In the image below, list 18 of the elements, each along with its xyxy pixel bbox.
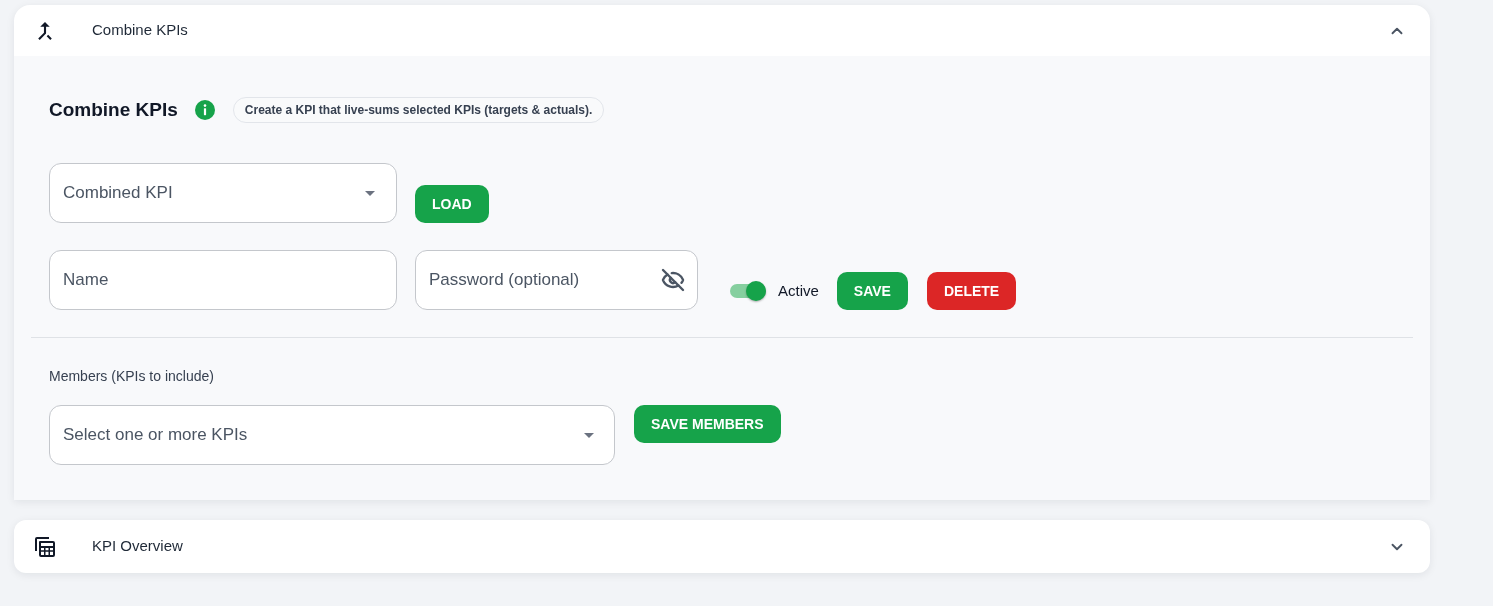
password-field[interactable]: Password (optional) — [415, 250, 698, 310]
active-toggle[interactable] — [730, 281, 766, 301]
caret-icon — [584, 432, 594, 438]
table-grid-icon — [35, 536, 55, 557]
accordion-header[interactable]: KPI Overview — [14, 520, 1430, 573]
members-label: Members (KPIs to include) — [49, 368, 214, 384]
merge-arrow-icon — [38, 21, 52, 40]
name-field[interactable]: Name — [49, 250, 397, 310]
members-select[interactable]: Select one or more KPIs — [49, 405, 615, 465]
info-icon[interactable] — [194, 100, 215, 120]
toggle-label: Active — [778, 280, 819, 301]
section-heading: Combine KPIs — [49, 98, 178, 122]
accordion-header[interactable]: Combine KPIs — [14, 5, 1430, 56]
kpi-select[interactable]: Combined KPI — [49, 163, 397, 223]
eye-off-icon[interactable] — [661, 268, 685, 292]
caret-icon — [365, 190, 375, 196]
delete-button[interactable]: DELETE — [926, 272, 1017, 310]
info-chip: Create a KPI that live-sums selected KPIs (targets & actuals). — [232, 97, 605, 123]
